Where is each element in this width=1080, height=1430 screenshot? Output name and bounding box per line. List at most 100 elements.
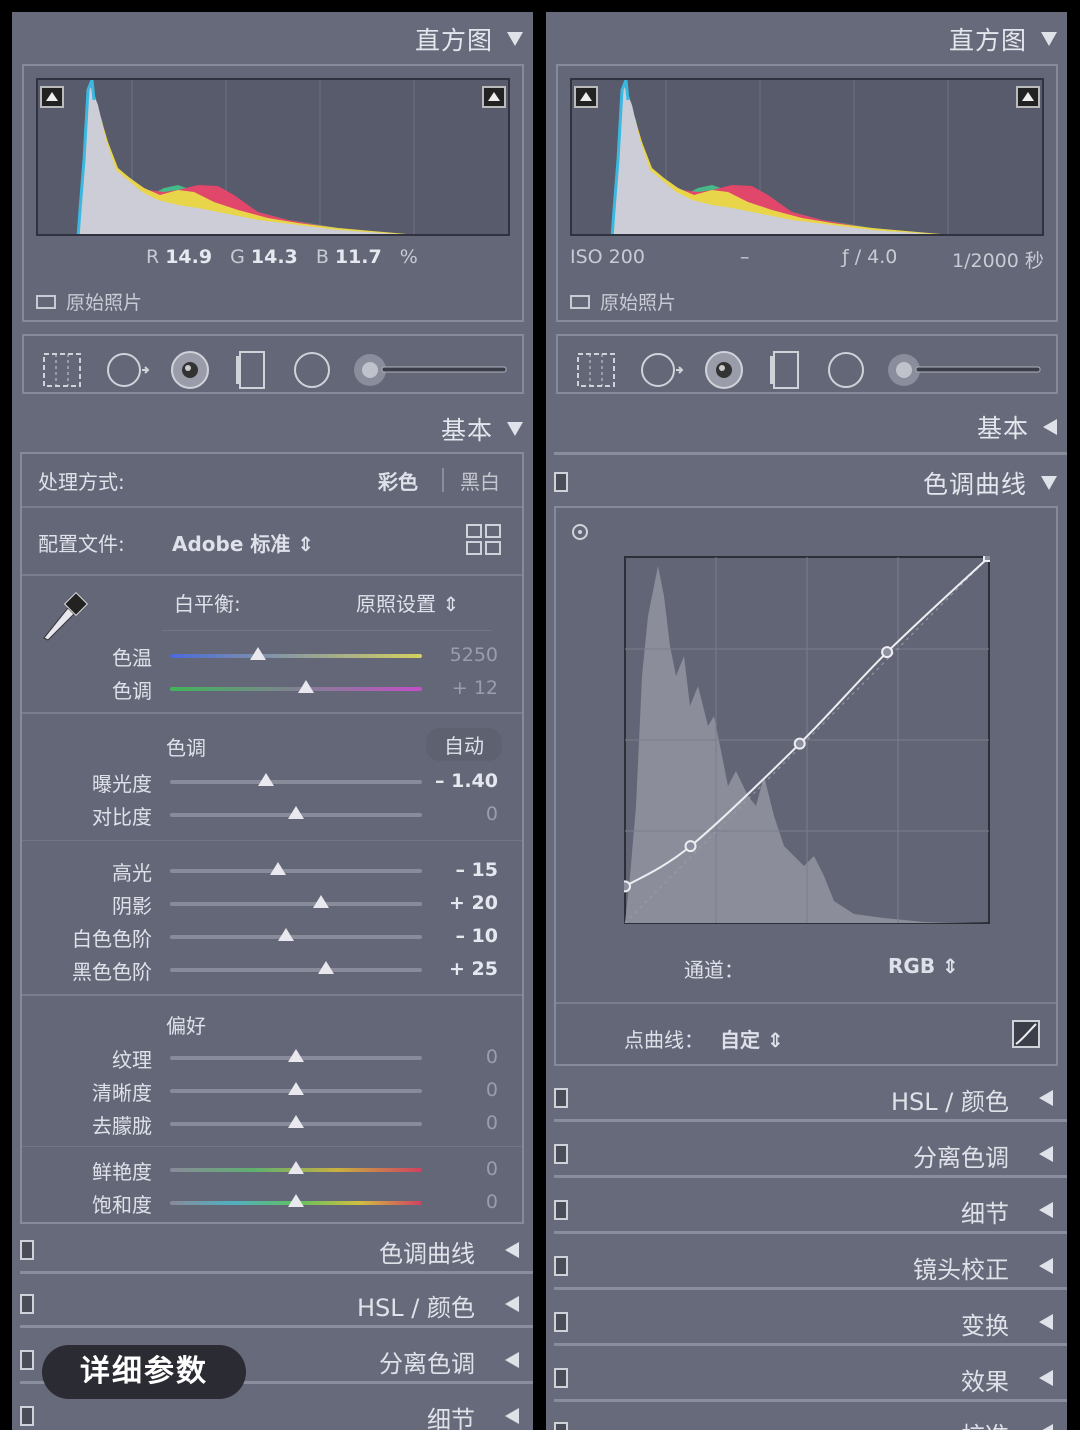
panel-transform[interactable]: 变换 [554,1300,1067,1346]
curve-point[interactable] [793,737,806,750]
basic-header[interactable]: 基本 [546,402,1067,452]
slider-thumb[interactable] [257,773,274,786]
panel-detail[interactable]: 细节 [554,1188,1067,1234]
panel-switch-icon[interactable] [554,1200,568,1220]
slider-thumb[interactable] [313,895,330,908]
panel-switch-icon[interactable] [554,1144,568,1164]
blacks-slider[interactable] [170,961,422,974]
auto-button[interactable]: 自动 [426,728,502,761]
spot-removal-icon[interactable] [106,348,150,392]
treatment-label: 处理方式: [38,470,125,494]
panel-switch-icon[interactable] [20,1240,34,1260]
adjustment-brush-slider[interactable] [886,352,1046,388]
vibrance-slider[interactable] [170,1161,422,1174]
profile-select[interactable]: Adobe 标准 ⇕ [172,528,314,557]
panel-switch-icon[interactable] [554,1312,568,1332]
whites-slider[interactable] [170,928,422,941]
curve-point[interactable] [983,556,990,562]
original-photo-toggle[interactable]: 原始照片 [36,288,142,315]
parametric-curve-toggle-icon[interactable] [1012,1020,1040,1048]
tint-value[interactable]: + 12 [452,677,498,699]
slider-thumb[interactable] [288,1194,304,1207]
profile-browser-grid-icon[interactable] [466,524,502,556]
saturation-value[interactable]: 0 [486,1191,498,1213]
panel-switch-icon[interactable] [554,1422,568,1430]
treatment-bw-option[interactable]: 黑白 [460,466,500,495]
graduated-filter-icon[interactable] [230,348,274,392]
targeted-adjustment-icon[interactable] [570,522,590,542]
graduated-filter-icon[interactable] [764,348,808,392]
crop-grid-icon[interactable] [40,348,84,392]
slider-thumb[interactable] [250,647,267,660]
radial-filter-icon[interactable] [290,348,334,392]
highlights-value[interactable]: – 15 [455,859,498,881]
crop-grid-icon[interactable] [574,348,618,392]
red-eye-icon[interactable] [702,348,746,392]
exposure-value[interactable]: – 1.40 [435,770,498,792]
panel-tone-curve[interactable]: 色调曲线 [20,1228,533,1274]
panel-switch-icon[interactable] [554,472,568,492]
vibrance-value[interactable]: 0 [486,1158,498,1180]
highlights-slider[interactable] [170,862,422,875]
panel-hsl[interactable]: HSL / 颜色 [20,1282,533,1328]
tone-curve-graph[interactable] [624,556,990,924]
clarity-value[interactable]: 0 [486,1079,498,1101]
eyedropper-icon[interactable] [38,582,98,642]
checkbox-icon[interactable] [570,294,590,309]
adjustment-brush-slider[interactable] [352,352,512,388]
texture-slider[interactable] [170,1049,422,1062]
channel-select[interactable]: RGB ⇕ [888,954,959,978]
panel-effects[interactable]: 效果 [554,1356,1067,1402]
panel-split-toning[interactable]: 分离色调 [554,1132,1067,1178]
panel-switch-icon[interactable] [20,1294,34,1314]
red-eye-icon[interactable] [168,348,212,392]
contrast-slider[interactable] [170,806,422,819]
tint-slider[interactable] [170,680,422,693]
spot-removal-icon[interactable] [640,348,684,392]
checkbox-icon[interactable] [36,294,56,309]
panel-switch-icon[interactable] [554,1088,568,1108]
slider-thumb[interactable] [270,862,287,875]
whites-value[interactable]: – 10 [455,925,498,947]
panel-calibration[interactable]: 校准 [554,1410,1067,1430]
slider-thumb[interactable] [288,806,304,819]
dehaze-slider[interactable] [170,1115,422,1128]
panel-switch-icon[interactable] [20,1406,34,1426]
histogram-header[interactable]: 直方图 [12,14,533,64]
slider-thumb[interactable] [288,1049,304,1062]
basic-header[interactable]: 基本 [12,404,533,454]
panel-switch-icon[interactable] [554,1256,568,1276]
slider-thumb[interactable] [288,1161,304,1174]
clarity-slider[interactable] [170,1082,422,1095]
slider-thumb[interactable] [318,961,335,974]
slider-thumb[interactable] [288,1082,304,1095]
panel-lens-corrections[interactable]: 镜头校正 [554,1244,1067,1290]
radial-filter-icon[interactable] [824,348,868,392]
texture-value[interactable]: 0 [486,1046,498,1068]
contrast-value[interactable]: 0 [486,803,498,825]
point-curve-select[interactable]: 自定 ⇕ [720,1024,784,1053]
slider-thumb[interactable] [288,1115,304,1128]
treatment-color-option[interactable]: 彩色 [378,466,418,495]
curve-point[interactable] [684,840,697,853]
histogram-header[interactable]: 直方图 [546,14,1067,64]
dehaze-value[interactable]: 0 [486,1112,498,1134]
wb-select[interactable]: 原照设置 ⇕ [356,588,459,617]
panel-switch-icon[interactable] [20,1350,34,1370]
panel-detail[interactable]: 细节 [20,1394,533,1430]
shadows-value[interactable]: + 20 [449,892,498,914]
curve-point[interactable] [881,646,894,659]
panel-hsl[interactable]: HSL / 颜色 [554,1076,1067,1122]
temp-slider[interactable] [170,647,422,660]
shadows-slider[interactable] [170,895,422,908]
slider-thumb[interactable] [298,680,315,693]
temp-value[interactable]: 5250 [450,644,498,666]
panel-switch-icon[interactable] [554,1368,568,1388]
exposure-slider[interactable] [170,773,422,786]
tone-curve-header[interactable]: 色调曲线 [546,458,1067,508]
original-photo-toggle[interactable]: 原始照片 [570,288,676,315]
blacks-value[interactable]: + 25 [449,958,498,980]
saturation-slider[interactable] [170,1194,422,1207]
slider-thumb[interactable] [277,928,294,941]
curve-point[interactable] [624,880,631,893]
